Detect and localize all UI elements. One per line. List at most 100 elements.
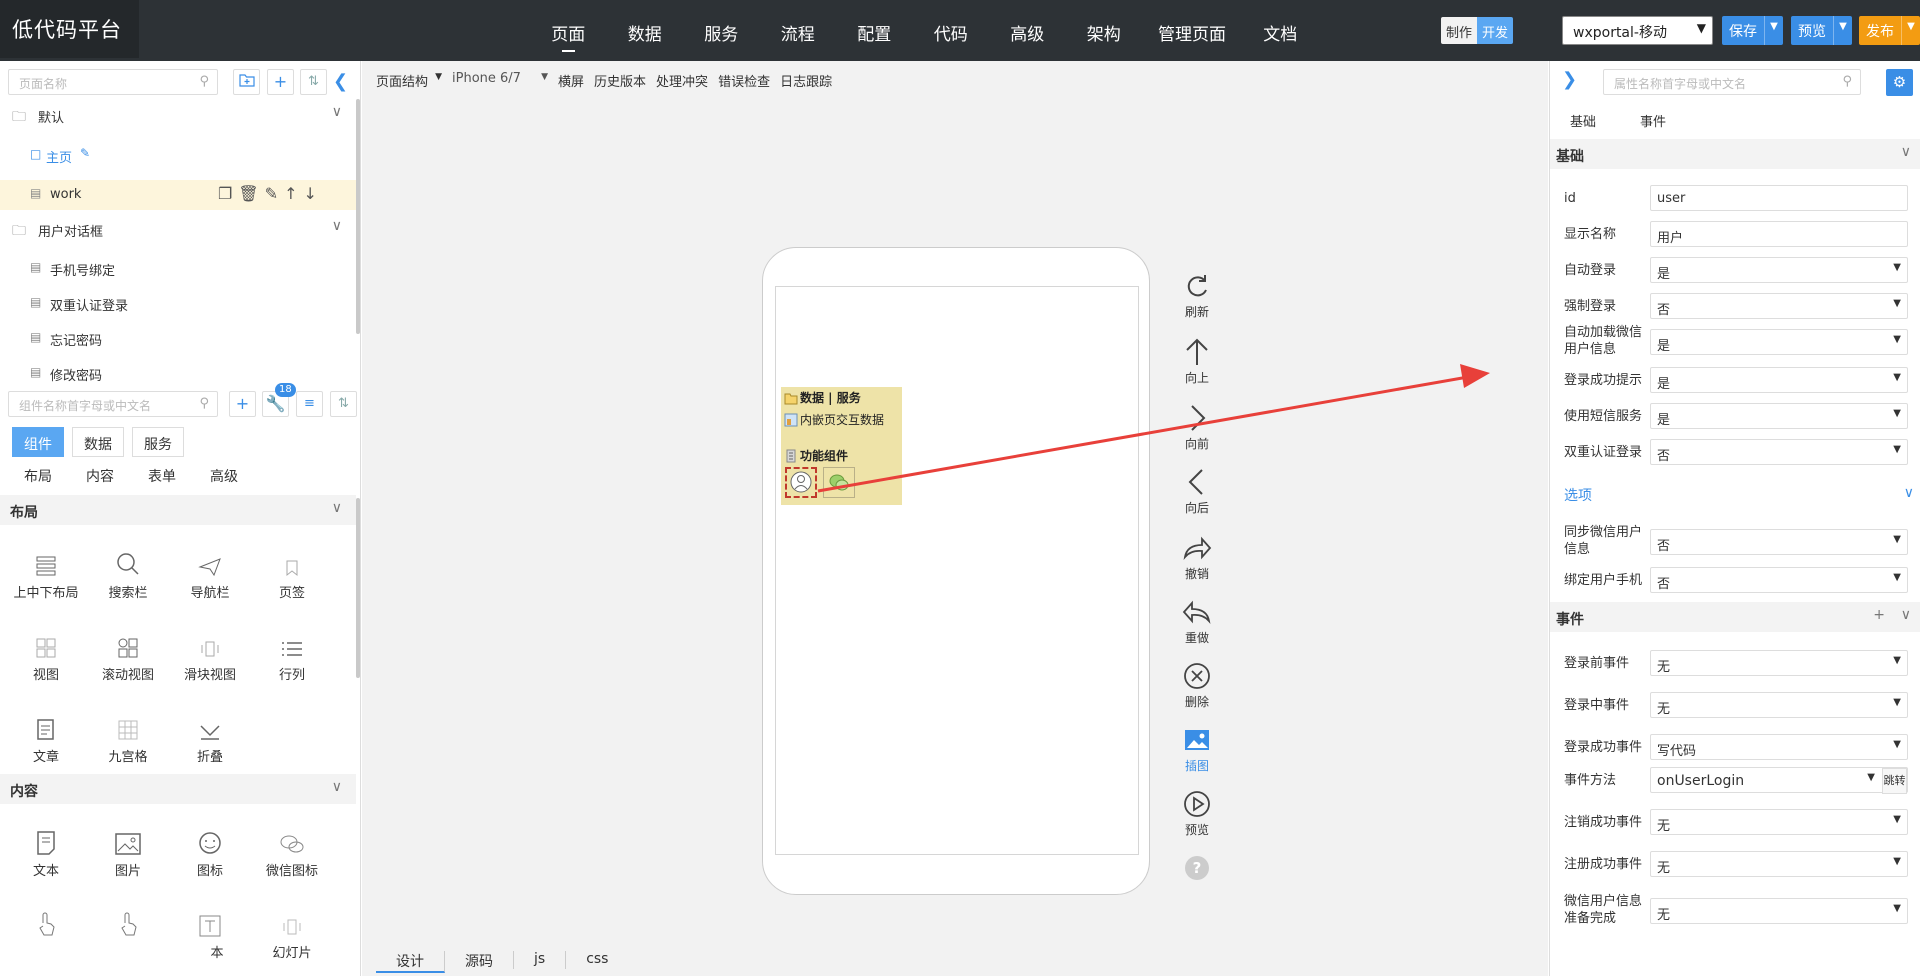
tree-scrollbar[interactable] [356,99,360,334]
arrow-down-icon[interactable]: ↓ [303,184,316,203]
history-button[interactable]: 历史版本 [594,71,646,90]
data-service-row[interactable]: 数据 | 服务 [784,389,861,406]
comp-collapse[interactable]: 折叠 [170,705,250,765]
redo-tool[interactable]: 重做 [1167,597,1227,646]
insert-image-tool[interactable]: 插图 [1167,725,1227,774]
undo-tool[interactable]: 撤销 [1167,533,1227,582]
publish-dropdown-icon[interactable]: ▼ [1901,16,1920,45]
section-options[interactable]: 选项 ∨ [1564,485,1914,505]
comp-slider-view[interactable]: 滑块视图 [170,623,250,683]
subtab-advanced[interactable]: 高级 [210,466,238,486]
tab-js[interactable]: js [514,951,567,969]
nav-manage-page[interactable]: 管理页面 [1142,0,1242,61]
edit-icon[interactable]: ✎ [80,146,90,160]
sort-icon[interactable]: ⇅ [330,391,357,417]
jump-button[interactable]: 跳转 [1882,768,1907,794]
tab-services[interactable]: 服务 [132,427,184,457]
component-scrollbar[interactable] [356,498,360,678]
comp-view[interactable]: 视图 [6,623,86,683]
log-trace-button[interactable]: 日志跟踪 [780,71,832,90]
prop-select[interactable]: 无 ▼ [1650,692,1908,718]
page-search-input[interactable]: 页面名称 ⚲ [8,69,218,95]
tree-item-phone-bind[interactable]: ▤ 手机号绑定 [0,254,356,282]
comp-rows-cols[interactable]: 行列 [252,623,332,683]
move-forward-tool[interactable]: 向前 [1167,403,1227,452]
comp-tab-page[interactable]: 页签 [252,541,332,601]
wechat-component[interactable] [823,467,855,498]
subtab-content[interactable]: 内容 [86,466,114,486]
delete-tool[interactable]: 删除 [1167,661,1227,710]
property-search-input[interactable]: 属性名称首字母或中文名 ⚲ [1603,69,1861,95]
tab-data[interactable]: 数据 [72,427,124,457]
nav-config[interactable]: 配置 [836,0,913,61]
comp-text[interactable]: 文本 [6,819,86,879]
user-component[interactable] [785,467,817,498]
arrow-up-icon[interactable]: ↑ [284,184,297,203]
nav-code[interactable]: 代码 [913,0,990,61]
move-up-tool[interactable]: 向上 [1167,337,1227,386]
tree-item-home[interactable]: □ 主页 ✎ [0,141,356,169]
nav-page[interactable]: 页面 [530,0,607,61]
tree-item-work[interactable]: ▤ work ❐ 🗑 ✎ ↑ ↓ [0,180,356,210]
comp-touch-1[interactable] [6,901,86,942]
tab-basic[interactable]: 基础 [1570,111,1596,130]
prop-select[interactable]: 否 ▼ [1650,439,1908,465]
list-order-icon[interactable]: ≡ [296,391,323,417]
nav-flow[interactable]: 流程 [760,0,837,61]
component-search-input[interactable]: 组件名称首字母或中文名 ⚲ [8,391,218,417]
gear-icon[interactable]: ⚙ [1886,69,1913,96]
component-block[interactable]: 数据 | 服务 内嵌页交互数据 功能组件 [781,387,902,505]
copy-icon[interactable]: ❐ [218,184,232,203]
comp-textbox[interactable]: 本 [170,901,250,961]
expand-right-icon[interactable]: ❯ [1562,69,1577,90]
nav-service[interactable]: 服务 [683,0,760,61]
tab-design[interactable]: 设计 [376,951,445,973]
prop-select[interactable]: 是 ▼ [1650,257,1908,283]
add-event-icon[interactable]: + [1873,607,1885,623]
preview-button[interactable]: 预览 ▼ [1791,16,1852,45]
comp-slideshow[interactable]: 幻灯片 [252,901,332,961]
help-tool[interactable]: ? [1167,853,1227,883]
add-component-button[interactable]: + [229,391,256,417]
comp-image[interactable]: 图片 [88,819,168,879]
comp-icon[interactable]: 图标 [170,819,250,879]
prop-select[interactable]: onUserLogin ▼ 跳转 [1650,767,1908,794]
prop-input[interactable]: 用户 [1650,221,1908,247]
save-button[interactable]: 保存 ▼ [1722,16,1783,45]
embed-data-row[interactable]: 内嵌页交互数据 [784,411,884,428]
tree-group-user-dialog[interactable]: 🗀 用户对话框 ∨ [0,214,356,244]
new-folder-button[interactable] [233,69,260,95]
section-layout[interactable]: 布局 ∨ [0,495,356,525]
nav-architecture[interactable]: 架构 [1066,0,1143,61]
comp-nine-grid[interactable]: 九宫格 [88,705,168,765]
comp-nav-bar[interactable]: 导航栏 [170,541,250,601]
comp-article[interactable]: 文章 [6,705,86,765]
preview-dropdown-icon[interactable]: ▼ [1833,16,1852,45]
prop-select[interactable]: 无 ▼ [1650,809,1908,835]
app-select[interactable]: wxportal-移动 ▼ [1562,16,1713,45]
prop-select[interactable]: 无 ▼ [1650,650,1908,676]
comp-search-bar[interactable]: 搜索栏 [88,541,168,601]
collapse-left-icon[interactable]: ❮ [333,71,348,92]
subtab-layout[interactable]: 布局 [24,466,52,486]
comp-wechat-icon[interactable]: 微信图标 [252,819,332,879]
device-dropdown[interactable]: iPhone 6/7 [452,71,548,90]
prop-select[interactable]: 写代码 ▼ [1650,734,1908,760]
sort-icon[interactable]: ⇅ [300,69,327,95]
tree-group-default[interactable]: 🗀 默认 ∨ [0,100,356,130]
error-check-button[interactable]: 错误检查 [718,71,770,90]
prop-select[interactable]: 否 ▼ [1650,567,1908,593]
publish-button[interactable]: 发布 ▼ [1859,16,1920,45]
comp-top-mid-bottom[interactable]: 上中下布局 [6,541,86,601]
prop-select[interactable]: 是 ▼ [1650,367,1908,393]
tab-source[interactable]: 源码 [445,951,514,970]
prop-select[interactable]: 是 ▼ [1650,403,1908,429]
subtab-form[interactable]: 表单 [148,466,176,486]
landscape-button[interactable]: 横屏 [558,71,584,90]
page-structure-dropdown[interactable]: 页面结构 [376,71,442,90]
save-dropdown-icon[interactable]: ▼ [1764,16,1783,45]
refresh-tool[interactable]: 刷新 [1167,271,1227,320]
preview-tool[interactable]: 预览 [1167,789,1227,838]
comp-touch-2[interactable] [88,901,168,942]
section-basic[interactable]: 基础 ∨ [1550,139,1920,169]
